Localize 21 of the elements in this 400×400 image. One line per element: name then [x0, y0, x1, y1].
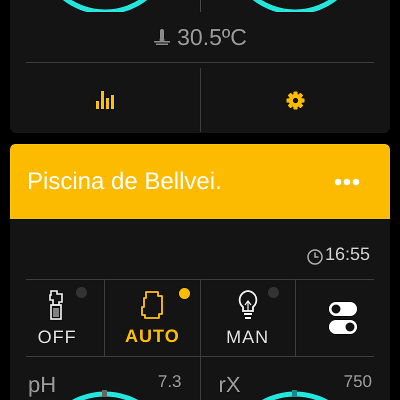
gauge-value: 750 [344, 372, 372, 392]
clock-icon [306, 249, 323, 265]
pool-title: Piscina de Bellvei. [27, 168, 222, 196]
light-bulb-icon [236, 288, 259, 320]
mode-button[interactable]: OFF [24, 284, 91, 352]
status-dot [76, 286, 87, 298]
status-dot [178, 288, 190, 298]
temperature-reading: 30.5ºC [177, 24, 247, 50]
thermometer-icon [153, 29, 172, 45]
gauge-value: 7.3 [158, 372, 182, 392]
motor-icon [140, 290, 164, 320]
status-dot [268, 286, 280, 298]
gauge-label: pH [28, 372, 56, 398]
toggle-switches-icon [328, 302, 357, 334]
more-icon [334, 178, 360, 186]
gauge-label: rX [218, 372, 240, 398]
mode-button[interactable]: MAN [212, 284, 284, 352]
mode-button[interactable]: AUTO [111, 286, 194, 350]
time-text: 16:55 [324, 244, 370, 265]
bar-chart-icon [96, 91, 114, 109]
settings-icon [286, 90, 305, 110]
